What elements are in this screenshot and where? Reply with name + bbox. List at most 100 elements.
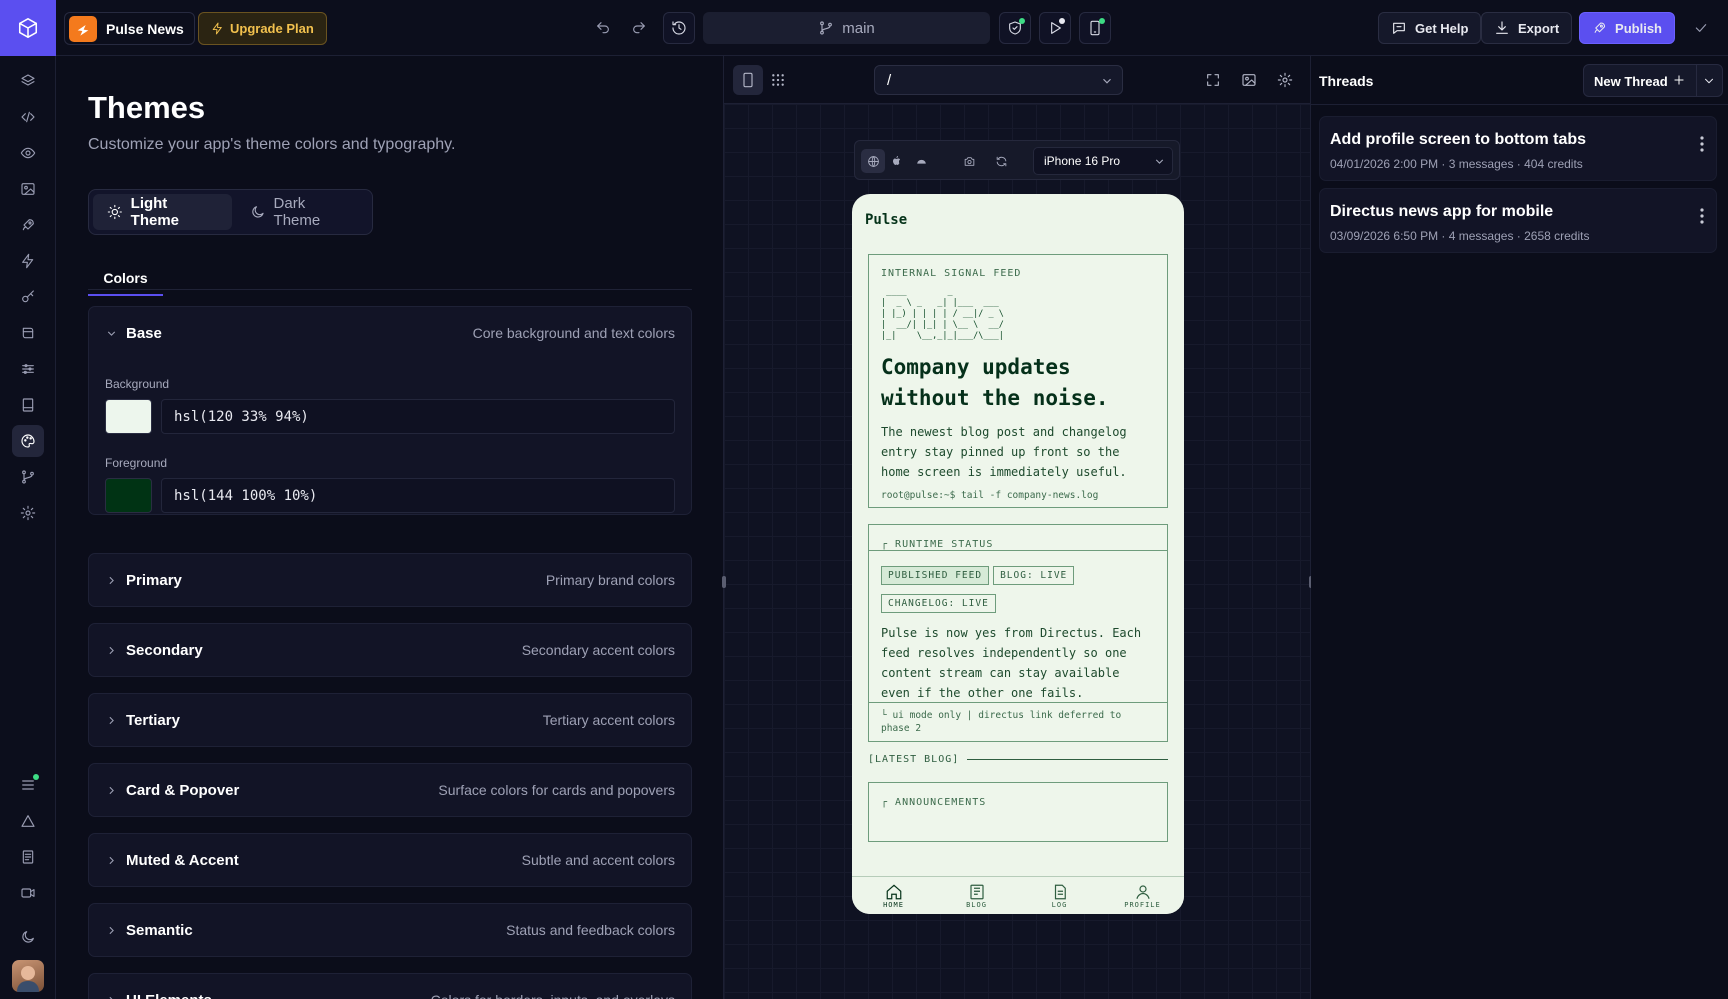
tab-colors[interactable]: Colors (88, 263, 163, 296)
rail-settings-sliders[interactable] (12, 353, 44, 385)
download-icon (1496, 21, 1508, 34)
grid-view-button[interactable] (763, 65, 793, 95)
reload-button[interactable] (989, 149, 1013, 173)
cube-logo-icon[interactable] (0, 0, 56, 56)
new-thread-button[interactable]: New Thread (1583, 64, 1723, 97)
background-swatch[interactable] (105, 399, 152, 434)
section-header[interactable]: Muted & Accent Subtle and accent colors (89, 834, 691, 886)
rail-settings[interactable] (12, 497, 44, 529)
divider (1696, 65, 1697, 96)
get-help-button[interactable]: Get Help (1378, 12, 1482, 44)
image-icon (21, 183, 35, 195)
thread-meta: 04/01/2026 2:00 PM · 3 messages · 404 cr… (1330, 157, 1583, 171)
tab-blog[interactable]: BLOG (935, 877, 1018, 914)
tab-log[interactable]: LOG (1018, 877, 1101, 914)
thread-item[interactable]: Directus news app for mobile 03/09/2026 6… (1319, 188, 1717, 253)
chevron-right-icon (109, 786, 114, 794)
rail-preview[interactable] (12, 137, 44, 169)
fullscreen-button[interactable] (1198, 65, 1228, 95)
section-item: Card & Popover Surface colors for cards a… (88, 763, 692, 817)
rail-themes[interactable] (12, 425, 44, 457)
foreground-swatch[interactable] (105, 478, 152, 513)
section-header[interactable]: Secondary Secondary accent colors (89, 624, 691, 676)
section-header[interactable]: Tertiary Tertiary accent colors (89, 694, 691, 746)
project-name: Pulse News (106, 20, 184, 37)
upgrade-plan-button[interactable]: Upgrade Plan (198, 12, 327, 45)
ios-platform-button[interactable] (885, 149, 909, 173)
section-header[interactable]: Semantic Status and feedback colors (89, 904, 691, 956)
history-button[interactable] (663, 12, 695, 44)
kebab-menu-icon[interactable] (1700, 136, 1704, 152)
background-input[interactable]: hsl(120 33% 94%) (161, 399, 675, 434)
bolt-icon (212, 22, 222, 35)
section-header[interactable]: Primary Primary brand colors (89, 554, 691, 606)
run-button[interactable] (1039, 12, 1071, 44)
section-description: Subtle and accent colors (521, 852, 675, 868)
capture-button[interactable] (957, 149, 981, 173)
section-base-header[interactable]: Base Core background and text colors (89, 307, 691, 359)
redo-button[interactable] (623, 12, 655, 44)
device-preview-button[interactable] (1079, 12, 1111, 44)
tab-divider (88, 289, 692, 290)
undo-button[interactable] (587, 12, 619, 44)
web-platform-button[interactable] (861, 149, 885, 173)
preview-settings-button[interactable] (1270, 65, 1300, 95)
rail-recordings[interactable] (12, 877, 44, 909)
tab-home[interactable]: HOME (852, 877, 935, 914)
section-title: Semantic (126, 921, 193, 939)
phone-view-button[interactable] (733, 65, 763, 95)
rail-logs[interactable] (12, 841, 44, 873)
section-description: Primary brand colors (545, 572, 675, 588)
dark-theme-tab[interactable]: Dark Theme (236, 194, 368, 230)
rail-alerts[interactable] (12, 805, 44, 837)
device-selector[interactable]: iPhone 16 Pro (1033, 147, 1173, 175)
terminal-prompt: root@pulse:~$ tail -f company-news.log (881, 490, 1099, 501)
chevron-down-icon[interactable] (1702, 74, 1716, 88)
rail-docs[interactable] (12, 389, 44, 421)
rail-branches[interactable] (12, 461, 44, 493)
git-branch-icon (820, 21, 833, 35)
rail-keys[interactable] (12, 281, 44, 313)
document-icon (22, 850, 34, 864)
redo-icon (633, 22, 645, 34)
rail-functions[interactable] (12, 245, 44, 277)
section-header[interactable]: Card & Popover Surface colors for cards a… (89, 764, 691, 816)
thread-item[interactable]: Add profile screen to bottom tabs 04/01/2… (1319, 116, 1717, 181)
warning-icon (21, 815, 35, 827)
rail-code[interactable] (12, 101, 44, 133)
screenshot-button[interactable] (1234, 65, 1264, 95)
route-selector[interactable]: / (874, 65, 1123, 95)
rail-deploy[interactable] (12, 209, 44, 241)
rail-database[interactable] (12, 317, 44, 349)
rail-servers[interactable] (12, 769, 44, 801)
foreground-input[interactable]: hsl(144 100% 10%) (161, 478, 675, 513)
signal-feed-card: INTERNAL SIGNAL FEED ____ _ | _ \ _ _| |… (868, 254, 1168, 508)
theme-toggle-button[interactable] (12, 921, 44, 953)
publish-button[interactable]: Publish (1579, 12, 1675, 44)
kebab-menu-icon[interactable] (1700, 208, 1704, 224)
left-resize-handle[interactable] (722, 576, 726, 588)
announcements-card[interactable]: ┌ ANNOUNCEMENTS (868, 782, 1168, 842)
sun-icon (107, 204, 122, 220)
left-rail (0, 56, 56, 999)
export-button[interactable]: Export (1481, 12, 1573, 44)
light-theme-tab[interactable]: Light Theme (93, 194, 232, 230)
chevron-down-icon (1155, 159, 1164, 164)
section-item: UI Elements Colors for borders, inputs, a… (88, 973, 692, 999)
status-badge: CHANGELOG: LIVE (881, 594, 996, 613)
publish-menu-button[interactable] (1685, 12, 1717, 44)
video-icon (21, 888, 35, 898)
avatar[interactable] (12, 960, 44, 992)
undo-icon (597, 22, 609, 34)
rail-layers[interactable] (12, 65, 44, 97)
android-platform-button[interactable] (909, 149, 933, 173)
section-title: Tertiary (126, 711, 180, 729)
theme-mode-toggle: Light Theme Dark Theme (88, 189, 373, 235)
project-switcher[interactable]: Pulse News (64, 12, 195, 45)
new-thread-label: New Thread (1594, 74, 1668, 89)
section-header[interactable]: UI Elements Colors for borders, inputs, a… (89, 974, 691, 999)
security-button[interactable] (999, 12, 1031, 44)
rail-assets[interactable] (12, 173, 44, 205)
branch-selector[interactable]: main (703, 12, 990, 44)
tab-profile[interactable]: PROFILE (1101, 877, 1184, 914)
